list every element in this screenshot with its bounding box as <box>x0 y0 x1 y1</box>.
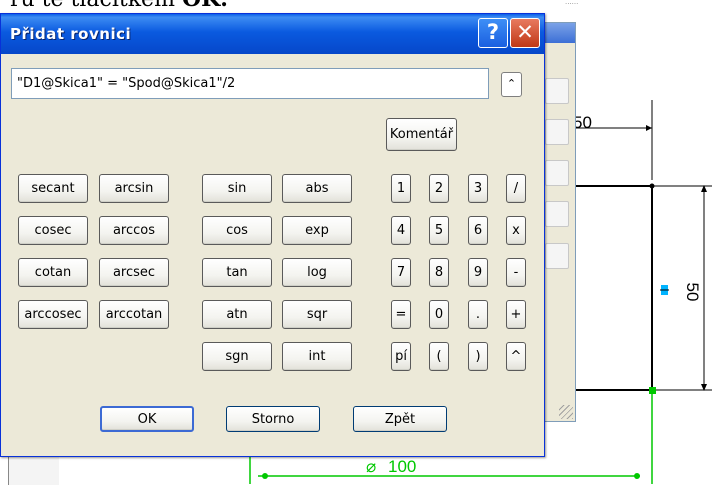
key-equals[interactable]: = <box>391 300 411 329</box>
key-close-paren[interactable]: ) <box>468 342 488 371</box>
key-multiply[interactable]: x <box>506 216 526 245</box>
secant-button[interactable]: secant <box>18 174 88 203</box>
background-field <box>545 78 569 104</box>
background-window <box>540 22 576 422</box>
comment-button[interactable]: Komentář <box>386 118 457 151</box>
key-0[interactable]: 0 <box>429 300 449 329</box>
exp-button[interactable]: exp <box>282 216 352 245</box>
cancel-button[interactable]: Storno <box>226 406 320 432</box>
cos-button[interactable]: cos <box>202 216 272 245</box>
key-9[interactable]: 9 <box>468 258 488 287</box>
sgn-button[interactable]: sgn <box>202 342 272 371</box>
background-field <box>545 119 569 145</box>
tan-button[interactable]: tan <box>202 258 272 287</box>
key-plus[interactable]: + <box>506 300 526 329</box>
expand-button[interactable]: ⌃ <box>501 72 522 97</box>
key-decimal[interactable]: . <box>468 300 488 329</box>
dialog-title: Přidat rovnici <box>10 25 132 43</box>
arcsin-button[interactable]: arcsin <box>99 174 169 203</box>
key-5[interactable]: 5 <box>429 216 449 245</box>
arccos-button[interactable]: arccos <box>99 216 169 245</box>
sqr-button[interactable]: sqr <box>282 300 352 329</box>
dimension-bottom-symbol: ⌀ <box>366 457 376 476</box>
key-6[interactable]: 6 <box>468 216 488 245</box>
dimension-right: 50 <box>683 283 702 302</box>
resize-grip[interactable] <box>559 405 573 419</box>
close-button[interactable]: ✕ <box>510 18 540 48</box>
log-button[interactable]: log <box>282 258 352 287</box>
arccotan-button[interactable]: arccotan <box>99 300 169 329</box>
cosec-button[interactable]: cosec <box>18 216 88 245</box>
arcsec-button[interactable]: arcsec <box>99 258 169 287</box>
key-7[interactable]: 7 <box>391 258 411 287</box>
equation-input[interactable] <box>11 68 489 99</box>
key-minus[interactable]: - <box>506 258 526 287</box>
key-2[interactable]: 2 <box>429 174 449 203</box>
abs-button[interactable]: abs <box>282 174 352 203</box>
key-4[interactable]: 4 <box>391 216 411 245</box>
ok-button[interactable]: OK <box>100 406 194 432</box>
key-power[interactable]: ^ <box>506 342 526 371</box>
back-button[interactable]: Zpět <box>353 406 447 432</box>
background-field <box>545 201 569 227</box>
background-field <box>545 160 569 186</box>
key-open-paren[interactable]: ( <box>429 342 449 371</box>
key-3[interactable]: 3 <box>468 174 488 203</box>
cotan-button[interactable]: cotan <box>18 258 88 287</box>
dimension-bottom: 100 <box>388 457 416 476</box>
sin-button[interactable]: sin <box>202 174 272 203</box>
atn-button[interactable]: atn <box>202 300 272 329</box>
add-equation-dialog: Přidat rovnici ? ✕ ⌃ Komentář secant cos… <box>0 13 545 457</box>
dialog-titlebar[interactable]: Přidat rovnici ? ✕ <box>1 14 544 54</box>
int-button[interactable]: int <box>282 342 352 371</box>
key-divide[interactable]: / <box>506 174 526 203</box>
background-window-titlebar <box>541 23 575 43</box>
help-button[interactable]: ? <box>478 18 508 48</box>
arccosec-button[interactable]: arccosec <box>18 300 88 329</box>
key-pi[interactable]: pí <box>391 342 411 371</box>
key-8[interactable]: 8 <box>429 258 449 287</box>
key-1[interactable]: 1 <box>391 174 411 203</box>
background-field <box>545 243 569 269</box>
